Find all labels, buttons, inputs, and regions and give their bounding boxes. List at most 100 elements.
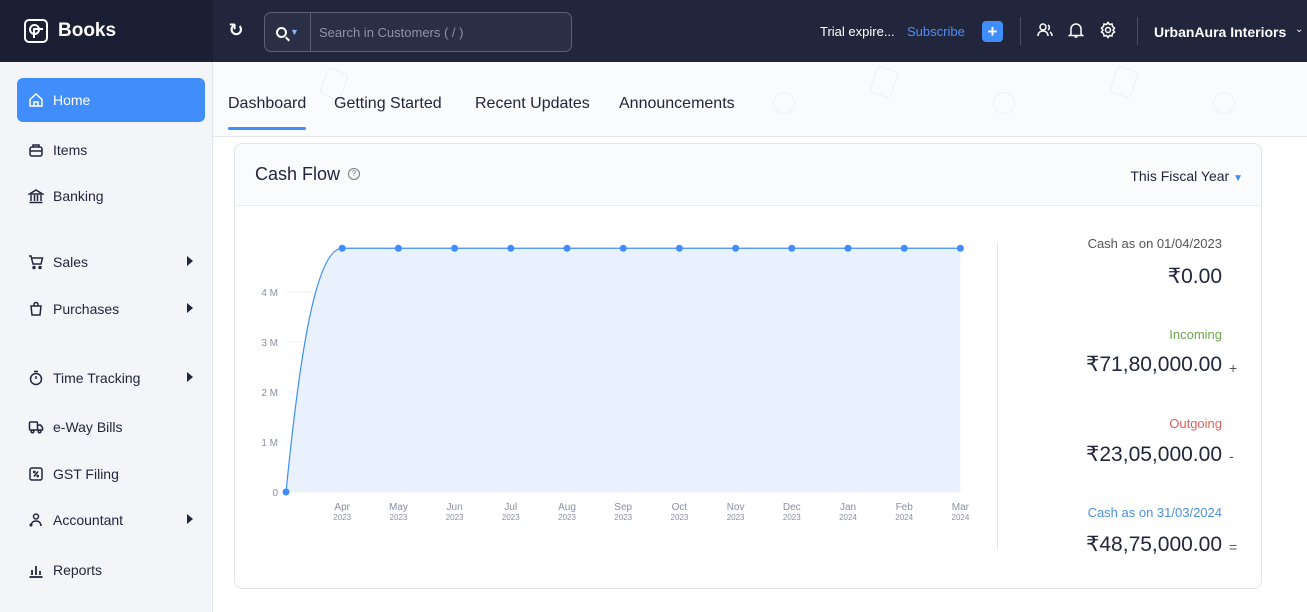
refresh-icon[interactable]: ↻ xyxy=(226,20,246,40)
divider xyxy=(1020,17,1021,45)
incoming-sign: + xyxy=(1229,360,1238,376)
caret-right-icon xyxy=(187,256,193,266)
y-tick-label: 4 M xyxy=(261,288,278,299)
sidebar-item-purchases[interactable]: Purchases xyxy=(17,287,205,331)
x-tick-month: Sep xyxy=(614,502,632,513)
bell-icon[interactable] xyxy=(1066,21,1086,41)
y-tick-label: 1 M xyxy=(261,438,278,449)
y-tick-label: 0 xyxy=(272,488,278,499)
sidebar-item-gst-filing[interactable]: GST Filing xyxy=(17,452,205,496)
data-point xyxy=(619,244,627,252)
tab-dashboard[interactable]: Dashboard xyxy=(228,95,307,130)
help-icon[interactable]: ? xyxy=(348,168,360,180)
gear-icon[interactable] xyxy=(1098,21,1118,41)
x-tick-month: Oct xyxy=(672,502,688,513)
data-point xyxy=(788,244,796,252)
quick-create-button[interactable]: + xyxy=(982,21,1003,42)
sidebar-item-label: Time Tracking xyxy=(53,370,141,386)
search-icon xyxy=(276,26,288,38)
sidebar-item-label: Items xyxy=(53,142,88,158)
search-bar: ▼ xyxy=(264,12,572,52)
cart-icon xyxy=(27,253,45,271)
sidebar-item-eway-bills[interactable]: e-Way Bills xyxy=(17,405,205,449)
sidebar-item-label: Purchases xyxy=(53,301,120,317)
x-tick-month: Apr xyxy=(334,502,350,513)
card-header: Cash Flow ? This Fiscal Year ▼ xyxy=(235,144,1261,206)
x-tick-month: Nov xyxy=(727,502,745,513)
x-tick-month: Jul xyxy=(504,502,517,513)
tab-getting-started[interactable]: Getting Started xyxy=(334,95,442,113)
books-logo-icon xyxy=(24,19,48,43)
gst-icon xyxy=(27,465,45,483)
data-point xyxy=(394,244,402,252)
chevron-down-icon[interactable]: ⌄ xyxy=(1295,24,1303,35)
caret-right-icon xyxy=(187,303,193,313)
chevron-down-icon: ▼ xyxy=(1233,173,1243,184)
subscribe-link[interactable]: Subscribe xyxy=(907,24,965,39)
sidebar-item-label: Accountant xyxy=(53,512,124,528)
incoming-value: ₹71,80,000.00 xyxy=(1086,353,1222,376)
x-tick-month: Jan xyxy=(840,502,856,513)
brand[interactable]: Books xyxy=(0,0,213,62)
x-tick-year: 2023 xyxy=(333,513,351,522)
decorative-shape xyxy=(773,92,795,114)
sidebar-item-accountant[interactable]: Accountant xyxy=(17,498,205,542)
bank-icon xyxy=(27,187,45,205)
closing-cash-label[interactable]: Cash as on 31/03/2024 xyxy=(1088,505,1222,520)
x-tick-month: Mar xyxy=(952,502,970,513)
search-filter-button[interactable]: ▼ xyxy=(265,13,311,51)
outgoing-value: ₹23,05,000.00 xyxy=(1086,443,1222,466)
x-tick-year: 2023 xyxy=(783,513,801,522)
caret-right-icon xyxy=(187,372,193,382)
period-label: This Fiscal Year xyxy=(1130,168,1230,184)
tab-announcements[interactable]: Announcements xyxy=(619,95,735,113)
sidebar-item-items[interactable]: Items xyxy=(17,128,205,172)
card-title: Cash Flow xyxy=(255,164,341,184)
divider xyxy=(997,242,998,550)
data-point xyxy=(956,244,964,252)
data-point xyxy=(507,244,515,252)
x-tick-year: 2023 xyxy=(727,513,745,522)
sidebar-item-label: Home xyxy=(53,92,91,108)
items-icon xyxy=(27,141,45,159)
incoming-label: Incoming xyxy=(1169,327,1222,342)
data-point xyxy=(900,244,908,252)
sidebar-item-home[interactable]: Home xyxy=(17,78,205,122)
x-tick-year: 2023 xyxy=(502,513,520,522)
truck-icon xyxy=(27,418,45,436)
divider xyxy=(1137,17,1138,45)
data-point xyxy=(451,244,459,252)
organization-switcher[interactable]: UrbanAura Interiors xyxy=(1154,24,1286,40)
sidebar-item-banking[interactable]: Banking xyxy=(17,174,205,218)
sidebar-item-label: Banking xyxy=(53,188,104,204)
data-point xyxy=(675,244,683,252)
data-point xyxy=(844,244,852,252)
search-input[interactable] xyxy=(311,13,571,51)
sidebar-item-label: e-Way Bills xyxy=(53,419,123,435)
data-point xyxy=(732,244,740,252)
x-tick-month: Dec xyxy=(783,502,801,513)
data-point xyxy=(563,244,571,252)
x-tick-year: 2023 xyxy=(446,513,464,522)
period-selector[interactable]: This Fiscal Year ▼ xyxy=(1130,168,1243,184)
x-tick-month: Aug xyxy=(558,502,576,513)
caret-right-icon xyxy=(187,514,193,524)
x-tick-year: 2024 xyxy=(895,513,913,522)
top-bar: Books ↻ ▼ Trial expire... Subscribe + Ur… xyxy=(0,0,1307,62)
x-tick-month: Jun xyxy=(447,502,463,513)
trial-status[interactable]: Trial expire... xyxy=(820,24,895,39)
users-icon[interactable] xyxy=(1035,21,1055,41)
data-point xyxy=(282,488,290,496)
x-tick-year: 2023 xyxy=(671,513,689,522)
sidebar-item-reports[interactable]: Reports xyxy=(17,548,205,592)
closing-sign: = xyxy=(1229,539,1238,555)
sidebar-item-sales[interactable]: Sales xyxy=(17,240,205,284)
x-tick-month: May xyxy=(389,502,408,513)
x-tick-year: 2023 xyxy=(614,513,632,522)
chevron-down-icon: ▼ xyxy=(290,27,299,37)
cash-flow-chart: 01 M2 M3 M4 MApr2023May2023Jun2023Jul202… xyxy=(261,244,970,522)
opening-cash-value: ₹0.00 xyxy=(1167,265,1222,288)
sidebar-item-time-tracking[interactable]: Time Tracking xyxy=(17,356,205,400)
closing-cash-value: ₹48,75,000.00 xyxy=(1086,533,1222,556)
tab-recent-updates[interactable]: Recent Updates xyxy=(475,95,590,113)
